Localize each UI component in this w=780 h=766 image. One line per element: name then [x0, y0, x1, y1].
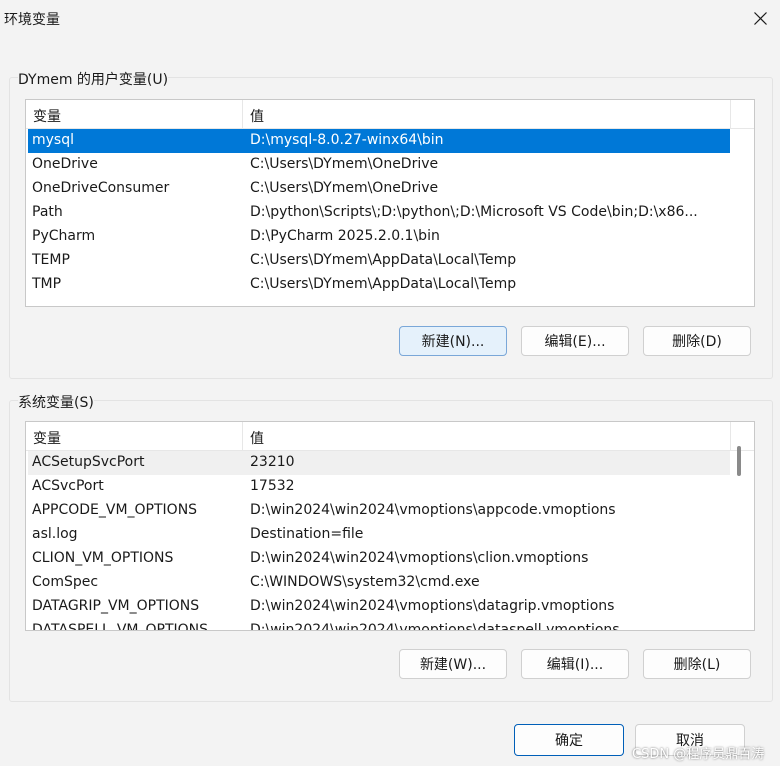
- system-variable-row[interactable]: ACSetupSvcPort 23210: [28, 451, 730, 475]
- variable-value: D:\mysql-8.0.27-winx64\bin: [250, 132, 444, 148]
- column-divider: [242, 422, 243, 450]
- user-variable-row[interactable]: Path D:\python\Scripts\;D:\python\;D:\Mi…: [28, 201, 730, 225]
- variable-value: C:\Users\DYmem\AppData\Local\Temp: [250, 276, 517, 292]
- ok-button[interactable]: 确定: [514, 724, 624, 756]
- variable-name: TEMP: [32, 252, 70, 268]
- user-variable-row[interactable]: OneDriveConsumer C:\Users\DYmem\OneDrive: [28, 177, 730, 201]
- vertical-scrollbar[interactable]: [737, 446, 741, 476]
- window-title: 环境变量: [4, 12, 60, 28]
- variable-name: mysql: [32, 132, 74, 148]
- user-edit-button[interactable]: 编辑(E)...: [521, 326, 629, 356]
- column-divider: [242, 100, 243, 128]
- variable-value: D:\win2024\win2024\vmoptions\dataspell.v…: [250, 622, 620, 631]
- system-variables-label: 系统变量(S): [18, 392, 94, 412]
- column-header-variable[interactable]: 变量: [33, 428, 61, 448]
- variable-value: Destination=file: [250, 526, 364, 542]
- variable-name: APPCODE_VM_OPTIONS: [32, 502, 198, 518]
- variable-value: D:\python\Scripts\;D:\python\;D:\Microso…: [250, 204, 698, 220]
- variable-value: 17532: [250, 478, 295, 494]
- system-variables-list[interactable]: 变量 值 ACSetupSvcPort 23210 ACSvcPort 1753…: [25, 421, 755, 631]
- column-header-value[interactable]: 值: [250, 106, 264, 126]
- user-variable-row[interactable]: TMP C:\Users\DYmem\AppData\Local\Temp: [28, 273, 730, 297]
- variable-value: C:\Users\DYmem\OneDrive: [250, 156, 439, 172]
- variable-name: DATASPELL_VM_OPTIONS: [32, 622, 209, 631]
- variable-name: CLION_VM_OPTIONS: [32, 550, 174, 566]
- system-new-button[interactable]: 新建(W)...: [399, 649, 507, 679]
- system-variable-row[interactable]: ComSpec C:\WINDOWS\system32\cmd.exe: [28, 571, 730, 595]
- system-variable-row[interactable]: DATAGRIP_VM_OPTIONS D:\win2024\win2024\v…: [28, 595, 730, 619]
- user-new-button[interactable]: 新建(N)...: [399, 326, 507, 356]
- user-variable-row[interactable]: TEMP C:\Users\DYmem\AppData\Local\Temp: [28, 249, 730, 273]
- system-edit-button[interactable]: 编辑(I)...: [521, 649, 629, 679]
- user-variables-list[interactable]: 变量 值 mysql D:\mysql-8.0.27-winx64\bin On…: [25, 99, 755, 307]
- system-variable-row[interactable]: CLION_VM_OPTIONS D:\win2024\win2024\vmop…: [28, 547, 730, 571]
- user-variable-row[interactable]: PyCharm D:\PyCharm 2025.2.0.1\bin: [28, 225, 730, 249]
- variable-name: asl.log: [32, 526, 78, 542]
- variable-name: OneDrive: [32, 156, 98, 172]
- variable-value: C:\WINDOWS\system32\cmd.exe: [250, 574, 480, 590]
- system-variable-row[interactable]: DATASPELL_VM_OPTIONS D:\win2024\win2024\…: [28, 619, 730, 631]
- user-variables-header: 变量 值: [26, 100, 754, 129]
- variable-name: DATAGRIP_VM_OPTIONS: [32, 598, 200, 614]
- user-variables-label: DYmem 的用户变量(U): [18, 69, 169, 89]
- column-divider: [730, 422, 731, 450]
- variable-value: D:\win2024\win2024\vmoptions\datagrip.vm…: [250, 598, 615, 614]
- column-header-value[interactable]: 值: [250, 428, 264, 448]
- title-bar: 环境变量: [0, 0, 780, 36]
- variable-value: C:\Users\DYmem\OneDrive: [250, 180, 439, 196]
- variable-value: 23210: [250, 454, 295, 470]
- system-variable-row[interactable]: asl.log Destination=file: [28, 523, 730, 547]
- variable-name: Path: [32, 204, 63, 220]
- user-delete-button[interactable]: 删除(D): [643, 326, 751, 356]
- close-icon: [753, 11, 767, 25]
- variable-name: TMP: [32, 276, 62, 292]
- user-variable-row[interactable]: mysql D:\mysql-8.0.27-winx64\bin: [28, 129, 730, 153]
- watermark: CSDN @程序员鼎百涛: [632, 747, 765, 762]
- column-header-variable[interactable]: 变量: [33, 106, 61, 126]
- variable-name: ACSvcPort: [32, 478, 104, 494]
- variable-value: D:\PyCharm 2025.2.0.1\bin: [250, 228, 440, 244]
- variable-name: ComSpec: [32, 574, 99, 590]
- system-variables-header: 变量 值: [26, 422, 754, 451]
- variable-name: ACSetupSvcPort: [32, 454, 145, 470]
- close-button[interactable]: [740, 0, 780, 36]
- system-variable-row[interactable]: APPCODE_VM_OPTIONS D:\win2024\win2024\vm…: [28, 499, 730, 523]
- variable-value: D:\win2024\win2024\vmoptions\appcode.vmo…: [250, 502, 616, 518]
- variable-value: C:\Users\DYmem\AppData\Local\Temp: [250, 252, 517, 268]
- variable-value: D:\win2024\win2024\vmoptions\clion.vmopt…: [250, 550, 589, 566]
- variable-name: PyCharm: [32, 228, 96, 244]
- user-variable-row[interactable]: OneDrive C:\Users\DYmem\OneDrive: [28, 153, 730, 177]
- column-divider: [730, 100, 731, 128]
- system-delete-button[interactable]: 删除(L): [643, 649, 751, 679]
- system-variable-row[interactable]: ACSvcPort 17532: [28, 475, 730, 499]
- variable-name: OneDriveConsumer: [32, 180, 170, 196]
